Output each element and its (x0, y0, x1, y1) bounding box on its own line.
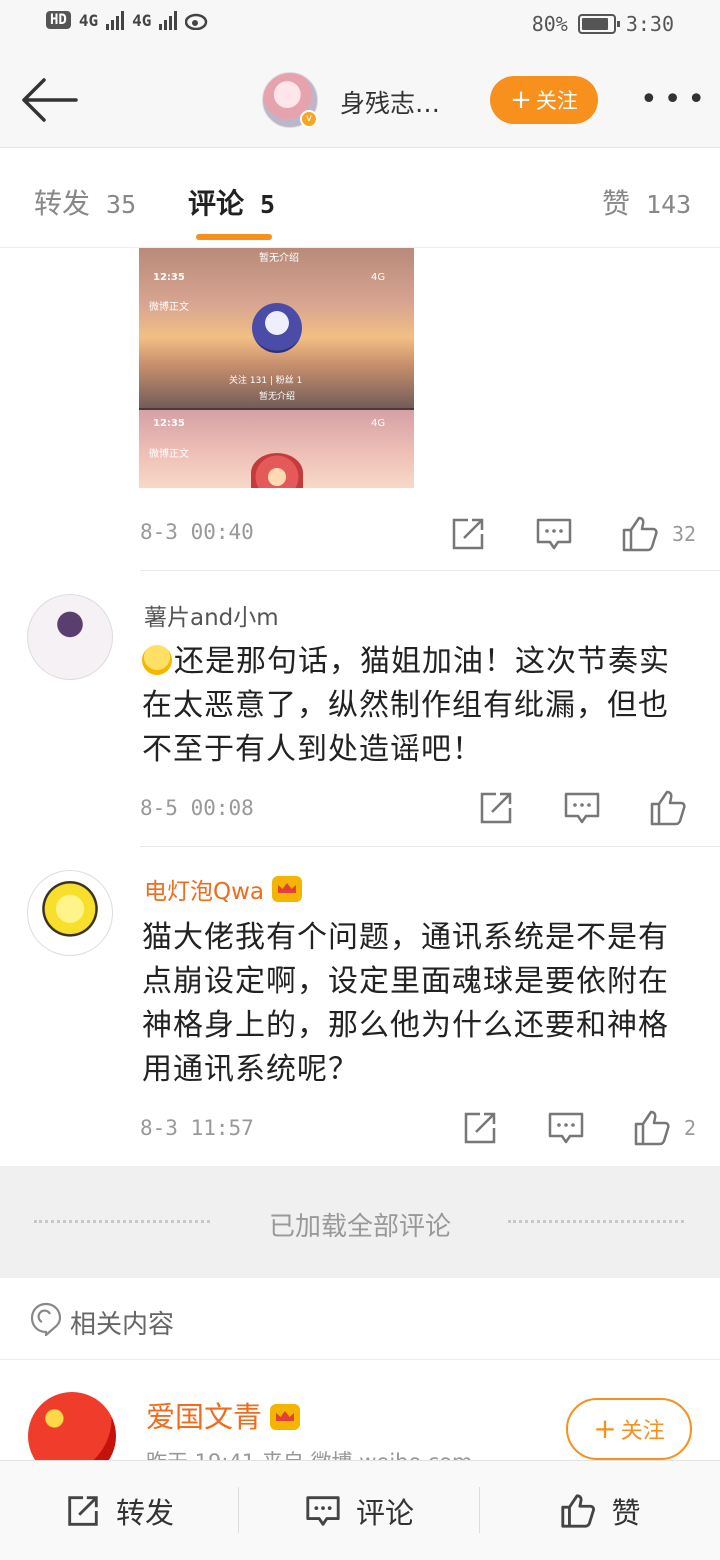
hd-badge: HD (46, 11, 71, 29)
plus-icon: + (510, 85, 532, 115)
network-type-1: 4G (78, 10, 99, 30)
like-icon[interactable] (648, 788, 688, 828)
commenter-name-wrap: 电灯泡Qwa (144, 872, 303, 906)
repost-label: 转发 (115, 1496, 174, 1530)
comment-time: 8-3 00:40 (140, 520, 254, 544)
comment-button[interactable]: 评论 (239, 1461, 479, 1560)
related-content-header: 相关内容 (0, 1278, 720, 1360)
tab-bar: 转发 35 评论 5 赞 143 (0, 148, 720, 248)
back-arrow-icon[interactable] (20, 76, 78, 124)
plus-icon: + (593, 1412, 617, 1445)
comment-icon (306, 1496, 340, 1526)
network-type-2: 4G (132, 10, 152, 30)
like-button[interactable]: 赞 (480, 1461, 720, 1560)
comment-icon[interactable] (546, 1108, 586, 1148)
commenter-name[interactable]: 电灯泡Qwa (144, 879, 264, 905)
tab-repost-label: 转发 (34, 187, 91, 220)
share-icon[interactable] (460, 1108, 500, 1148)
tab-comments-count: 5 (260, 190, 276, 219)
vip-crown-icon (270, 1404, 301, 1430)
divider (140, 846, 720, 847)
tab-comments-label: 评论 (188, 187, 245, 220)
related-user-name[interactable]: 爱国文青 (146, 1400, 262, 1434)
comment-text-wrap: 还是那句话，猫姐加油！这次节奏实在太恶意了，纵然制作组有纰漏，但也不至于有人到处… (142, 640, 682, 772)
comment-icon[interactable] (562, 788, 602, 828)
related-content-icon (30, 1302, 62, 1336)
like-icon[interactable] (632, 1108, 672, 1148)
image-phone-net-2: 4G (371, 418, 386, 429)
tab-likes[interactable]: 赞 143 (602, 182, 691, 222)
battery-icon (577, 14, 620, 34)
bottom-action-bar: 转发 评论 赞 (0, 1460, 720, 1560)
comment-label: 评论 (355, 1496, 414, 1530)
commenter-avatar[interactable] (27, 870, 113, 956)
comment-image[interactable]: 暂无介绍 12:35 4G 微博正文 关注 131 | 粉丝 1 暂无介绍 12… (139, 248, 414, 488)
image-phone-net: 4G (371, 272, 386, 283)
status-bar: HD 4G 4G 80% 3:30 (0, 0, 720, 52)
image-avatar (252, 303, 302, 353)
top-nav-bar: v 身残志… + 关注 ••• (0, 52, 720, 148)
signal-icon (106, 10, 125, 30)
status-right: 80% 3:30 (532, 12, 674, 36)
related-follow-button[interactable]: + 关注 (566, 1398, 692, 1460)
comment-time: 8-3 11:57 (140, 1116, 254, 1140)
dotted-line (508, 1220, 684, 1223)
weibo-logo-icon (185, 13, 208, 30)
tab-likes-count: 143 (646, 190, 692, 219)
image-back-label: 微博正文 (149, 302, 189, 313)
repost-button[interactable]: 转发 (0, 1461, 238, 1560)
tab-repost[interactable]: 转发 35 (34, 182, 136, 222)
share-icon (68, 1496, 98, 1526)
commenter-name[interactable]: 薯片and小m (144, 598, 279, 632)
like-label: 赞 (611, 1496, 641, 1530)
share-icon[interactable] (476, 788, 516, 828)
comment-icon[interactable] (534, 514, 574, 554)
image-caption-top: 暂无介绍 (259, 253, 299, 264)
like-count: 32 (672, 522, 697, 546)
battery-percent: 80% (531, 12, 568, 36)
share-icon[interactable] (448, 514, 488, 554)
related-user-name-wrap: 爱国文青 (146, 1394, 301, 1436)
status-left: HD 4G 4G (46, 10, 209, 30)
vip-crown-icon (272, 876, 303, 902)
related-content-label: 相关内容 (70, 1310, 175, 1340)
image-follow-fans: 关注 131 | 粉丝 1 (229, 376, 303, 386)
more-options-icon[interactable]: ••• (640, 82, 711, 117)
like-count: 2 (684, 1116, 697, 1140)
active-tab-indicator (196, 234, 272, 240)
author-name[interactable]: 身残志… (340, 84, 440, 120)
tab-repost-count: 35 (106, 190, 137, 219)
like-icon (561, 1494, 596, 1528)
comment-text: 猫大佬我有个问题，通讯系统是不是有点崩设定啊，设定里面魂球是要依附在神格身上的，… (142, 920, 669, 1087)
like-icon[interactable] (620, 514, 660, 554)
image-avatar-2 (251, 453, 303, 488)
related-follow-label: 关注 (620, 1419, 665, 1444)
laughing-emoji-icon (142, 645, 172, 675)
clock: 3:30 (625, 12, 674, 36)
image-phone-time-2: 12:35 (153, 418, 185, 429)
tab-likes-label: 赞 (602, 187, 631, 220)
commenter-avatar[interactable] (27, 594, 113, 680)
follow-label: 关注 (535, 89, 578, 113)
verified-badge-icon: v (300, 110, 318, 128)
comment-time: 8-5 00:08 (140, 796, 254, 820)
comment-text: 还是那句话，猫姐加油！这次节奏实在太恶意了，纵然制作组有纰漏，但也不至于有人到处… (142, 644, 670, 767)
image-back-label-2: 微博正文 (149, 449, 189, 460)
image-phone-time: 12:35 (153, 272, 185, 283)
all-loaded-label: 已加载全部评论 (268, 1212, 451, 1242)
all-loaded-banner: 已加载全部评论 (0, 1166, 720, 1278)
tab-comments[interactable]: 评论 5 (188, 182, 275, 222)
signal-icon-2 (159, 10, 178, 30)
divider (140, 570, 720, 571)
image-intro: 暂无介绍 (259, 392, 296, 402)
follow-button[interactable]: + 关注 (490, 76, 598, 124)
